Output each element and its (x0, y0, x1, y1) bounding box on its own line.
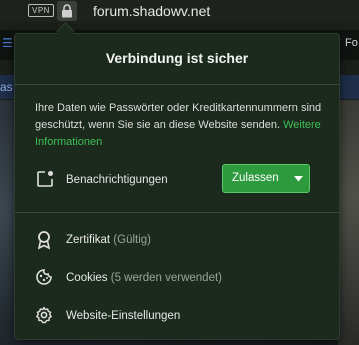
cookies-label: Cookies (66, 272, 108, 284)
site-settings-row[interactable]: Website-Einstellungen (35, 306, 325, 328)
security-info-text: Ihre Daten wie Passwörter oder Kreditkar… (35, 100, 327, 151)
allow-button-label: Zulassen (232, 172, 279, 184)
divider (15, 212, 339, 213)
page-banner-text: as (0, 80, 13, 94)
site-settings-label: Website-Einstellungen (66, 310, 181, 322)
notification-icon (37, 171, 53, 187)
cookies-status: (5 werden verwendet) (110, 272, 222, 284)
cookie-icon (36, 269, 52, 285)
certificate-label: Zertifikat (66, 234, 111, 246)
security-info-body: Ihre Daten wie Passwörter oder Kreditkar… (35, 102, 322, 131)
vpn-badge[interactable]: VPN (28, 4, 54, 17)
page-header-text: Fo (345, 37, 358, 49)
page-side-image (338, 100, 359, 345)
site-info-button[interactable] (57, 1, 77, 21)
popup-title: Verbindung ist sicher (105, 50, 249, 66)
menu-icon[interactable]: ☰ (2, 36, 13, 50)
cookies-label-group: Cookies (5 werden verwendet) (66, 272, 222, 284)
notifications-label: Benachrichtigungen (66, 174, 168, 186)
certificate-row[interactable]: Zertifikat (Gültig) (35, 230, 325, 252)
certificate-status: (Gültig) (113, 234, 151, 246)
site-info-popup: Verbindung ist sicher Ihre Daten wie Pas… (14, 33, 340, 340)
chevron-down-icon (294, 176, 303, 182)
cookies-row[interactable]: Cookies (5 werden verwendet) (35, 268, 325, 290)
notifications-allow-dropdown[interactable]: Zulassen (222, 164, 310, 193)
browser-toolbar: VPN forum.shadowv.net (0, 0, 359, 22)
lock-icon (62, 4, 72, 18)
divider (15, 84, 339, 85)
certificate-icon (37, 231, 51, 250)
address-bar-url[interactable]: forum.shadowv.net (93, 3, 210, 19)
gear-icon (36, 306, 52, 324)
certificate-label-group: Zertifikat (Gültig) (66, 234, 151, 246)
